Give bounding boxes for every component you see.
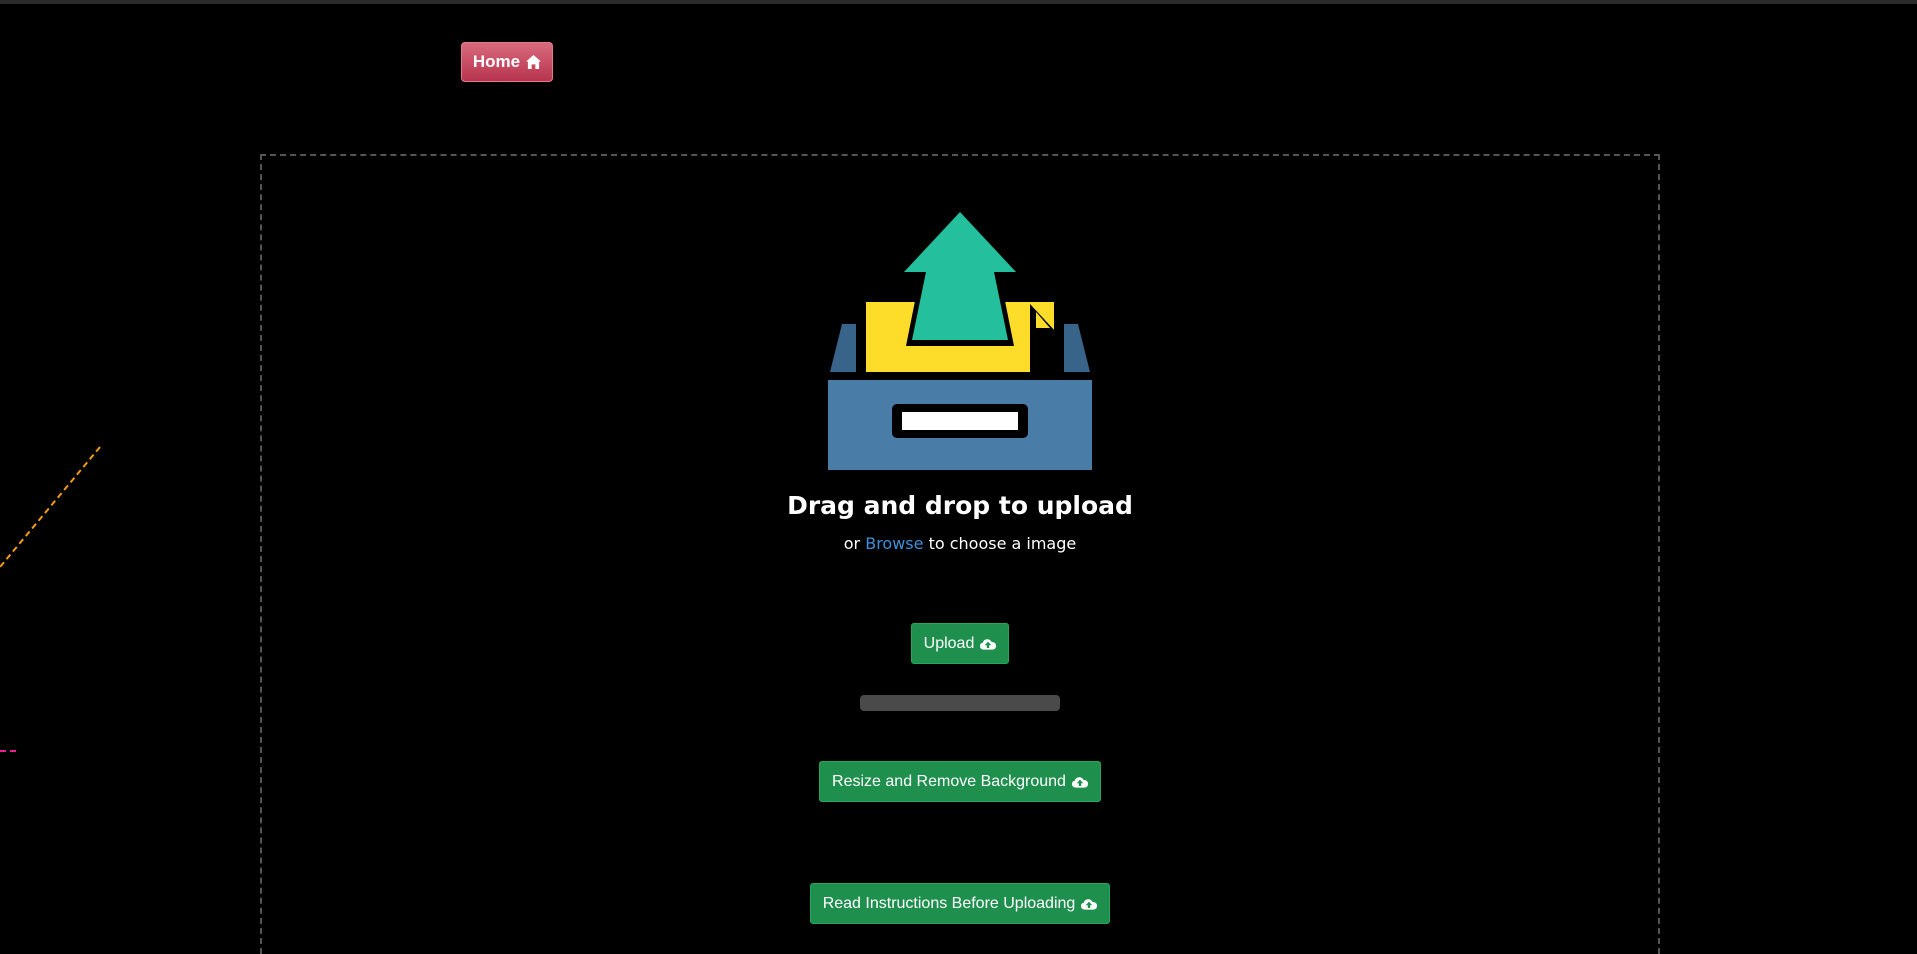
upload-button[interactable]: Upload [911,623,1009,664]
drop-zone-title: Drag and drop to upload [787,491,1133,520]
cloud-upload-icon [980,638,997,650]
subtitle-suffix: to choose a image [928,534,1077,553]
drop-zone-subtitle: or Browse to choose a image [660,534,1260,553]
upload-progress-bar [860,695,1060,711]
subtitle-prefix: or [843,534,861,553]
upload-button-label: Upload [923,634,975,652]
decorative-orange-dashed-line [0,446,101,568]
home-button[interactable]: Home [461,42,553,82]
home-icon [526,55,542,69]
read-instructions-label: Read Instructions Before Uploading [822,894,1076,912]
upload-tray-illustration [828,210,1092,470]
browse-link[interactable]: Browse [865,534,923,553]
resize-remove-background-button[interactable]: Resize and Remove Background [819,761,1101,802]
home-button-label: Home [472,52,521,71]
cloud-upload-icon [1071,776,1088,788]
decorative-pink-dash [0,750,16,752]
read-instructions-button[interactable]: Read Instructions Before Uploading [810,883,1110,924]
resize-button-label: Resize and Remove Background [832,772,1066,790]
cloud-upload-icon [1081,898,1098,910]
top-bar [0,0,1917,4]
